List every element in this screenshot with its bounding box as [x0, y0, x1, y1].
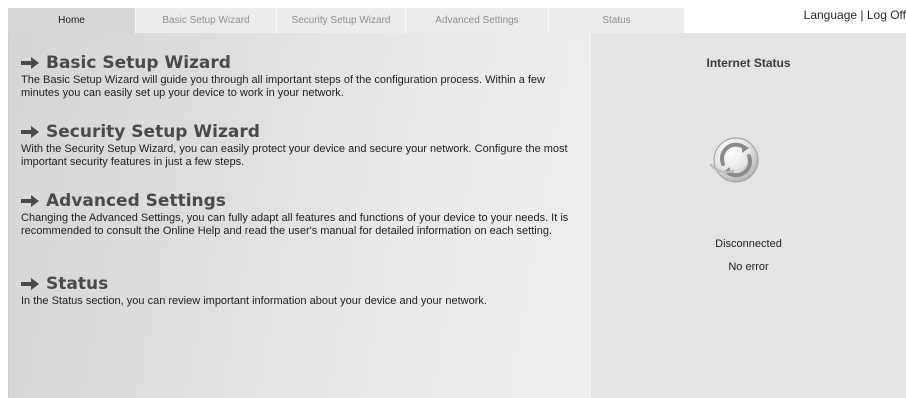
security-setup-wizard-description: With the Security Setup Wizard, you can …	[21, 143, 568, 168]
connection-state-text: Disconnected	[715, 238, 782, 250]
header-links: Language | Log Off	[804, 8, 906, 22]
tab-advanced-settings[interactable]: Advanced Settings	[406, 8, 549, 33]
security-setup-wizard-title: Security Setup Wizard	[46, 122, 260, 142]
tab-status[interactable]: Status	[549, 8, 684, 33]
log-off-link[interactable]: Log Off	[867, 8, 906, 22]
section-advanced-settings: Advanced Settings Changing the Advanced …	[21, 191, 581, 238]
section-basic-setup-wizard: Basic Setup Wizard The Basic Setup Wizar…	[21, 53, 581, 100]
section-status: Status In the Status section, you can re…	[21, 274, 581, 308]
language-link[interactable]: Language	[804, 8, 857, 22]
tab-home[interactable]: Home	[8, 8, 136, 34]
internet-status-panel: Internet Status Disconnected No error	[590, 33, 906, 398]
internet-status-title: Internet Status	[706, 56, 791, 70]
status-title: Status	[46, 274, 109, 294]
arrow-right-icon	[21, 57, 39, 69]
tab-security-setup-wizard[interactable]: Security Setup Wizard	[277, 8, 406, 33]
basic-setup-wizard-description: The Basic Setup Wizard will guide you th…	[21, 74, 545, 99]
status-heading[interactable]: Status	[21, 274, 581, 294]
basic-setup-wizard-heading[interactable]: Basic Setup Wizard	[21, 53, 581, 73]
error-state-text: No error	[728, 261, 769, 273]
security-setup-wizard-heading[interactable]: Security Setup Wizard	[21, 122, 581, 142]
advanced-settings-title: Advanced Settings	[46, 191, 226, 211]
status-description: In the Status section, you can review im…	[21, 295, 487, 307]
arrow-right-icon	[21, 278, 39, 290]
connection-refresh-icon	[709, 137, 759, 183]
advanced-settings-heading[interactable]: Advanced Settings	[21, 191, 581, 211]
main-navigation-tabs: Home Basic Setup Wizard Security Setup W…	[8, 8, 684, 34]
arrow-right-icon	[21, 195, 39, 207]
tab-basic-setup-wizard[interactable]: Basic Setup Wizard	[136, 8, 277, 33]
arrow-right-icon	[21, 126, 39, 138]
section-security-setup-wizard: Security Setup Wizard With the Security …	[21, 122, 581, 169]
basic-setup-wizard-title: Basic Setup Wizard	[46, 53, 231, 73]
main-content-panel: Basic Setup Wizard The Basic Setup Wizar…	[8, 33, 590, 398]
separator-text: |	[860, 8, 864, 22]
advanced-settings-description: Changing the Advanced Settings, you can …	[21, 212, 569, 237]
